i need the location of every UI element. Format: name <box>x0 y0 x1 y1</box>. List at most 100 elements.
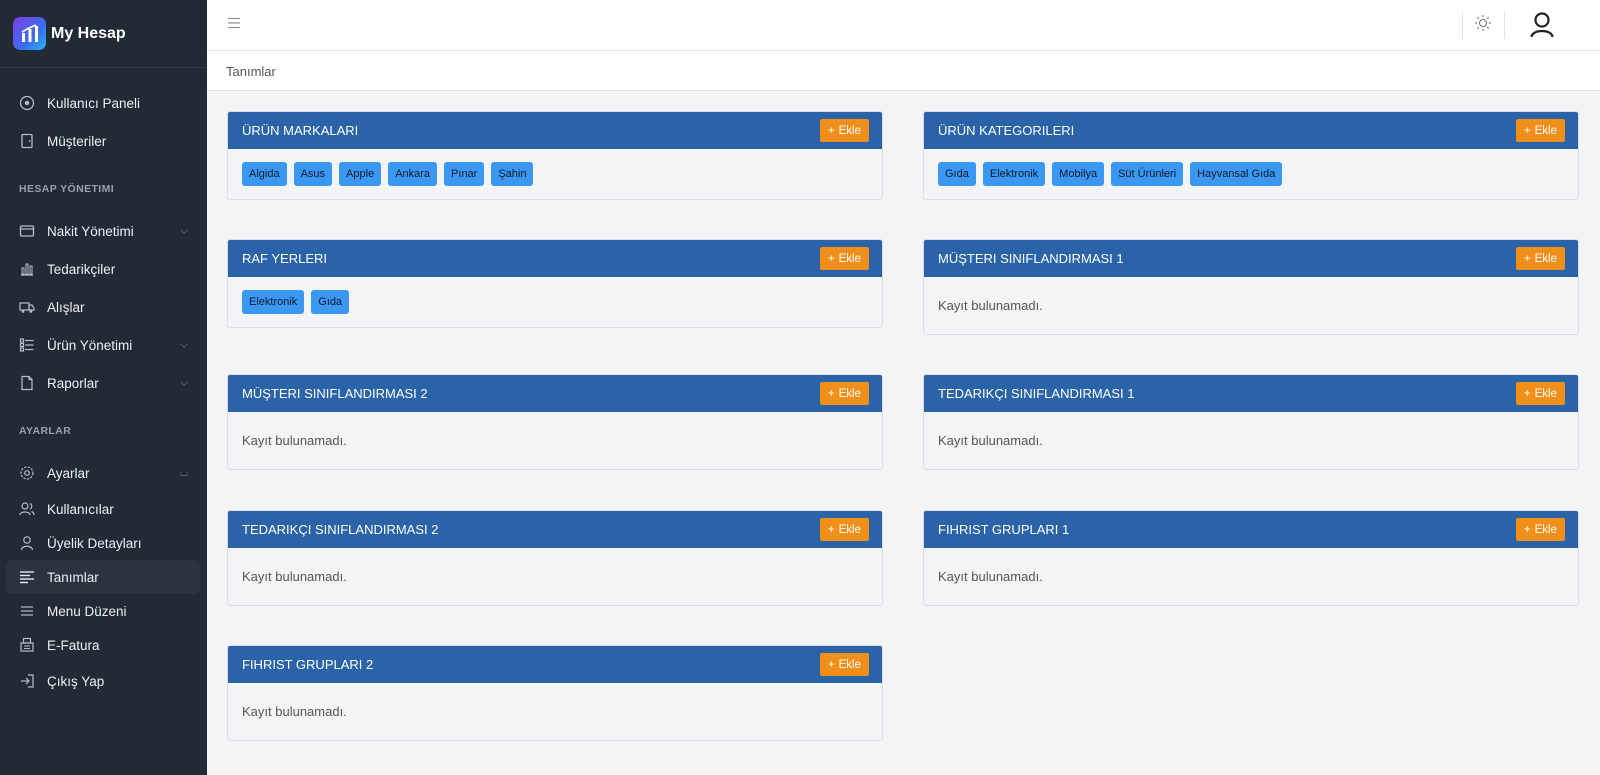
tag[interactable]: Elektronik <box>982 162 1046 186</box>
app-logo-icon <box>13 17 46 50</box>
sidebar-item-menu-layout[interactable]: Menu Düzeni <box>6 594 200 628</box>
menu-icon <box>19 603 35 619</box>
tag[interactable]: Mobilya <box>1052 162 1105 186</box>
card-title: RAF YERLERI <box>242 251 328 266</box>
card-product-brands: ÜRÜN MARKALARI + Ekle Algida Asus Apple A… <box>227 111 883 200</box>
hamburger-menu-icon[interactable] <box>227 16 241 35</box>
sidebar-nav: Kullanıcı Paneli Müşteriler HESAP YÖNETI… <box>0 68 207 700</box>
add-button[interactable]: + Ekle <box>819 653 869 676</box>
add-button[interactable]: + Ekle <box>819 518 869 541</box>
sidebar-item-reports[interactable]: Raporlar ⌵ <box>6 364 200 402</box>
card-title: FIHRIST GRUPLARI 1 <box>938 522 1070 537</box>
add-button[interactable]: + Ekle <box>1515 518 1565 541</box>
logout-icon <box>19 673 35 689</box>
add-button[interactable]: + Ekle <box>819 119 869 142</box>
tag[interactable]: Ankara <box>388 162 438 186</box>
card-title: TEDARIKÇI SINIFLANDIRMASI 2 <box>242 522 439 537</box>
tag[interactable]: Apple <box>339 162 382 186</box>
sidebar-item-products[interactable]: Ürün Yönetimi ⌵ <box>6 326 200 364</box>
sidebar-item-label: Nakit Yönetimi <box>47 223 134 239</box>
invoice-icon <box>19 637 35 653</box>
card-header: TEDARIKÇI SINIFLANDIRMASI 1 + Ekle <box>924 375 1578 412</box>
card-body: Kayıt bulunamadı. <box>924 548 1578 599</box>
sidebar-item-suppliers[interactable]: Tedarikçiler <box>6 250 200 288</box>
sidebar-item-purchases[interactable]: Alışlar <box>6 288 200 326</box>
sidebar-item-users[interactable]: Kullanıcılar <box>6 492 200 526</box>
user-profile-icon[interactable] <box>1529 11 1555 44</box>
gear-icon <box>19 465 35 481</box>
add-button[interactable]: + Ekle <box>819 247 869 270</box>
plus-icon: + <box>1523 387 1531 400</box>
tag[interactable]: Gıda <box>938 162 976 186</box>
empty-state-text: Kayıt bulunamadı. <box>242 433 347 448</box>
tag[interactable]: Şahin <box>491 162 534 186</box>
sidebar-item-label: Ayarlar <box>47 465 90 481</box>
sidebar-item-cash[interactable]: Nakit Yönetimi ⌵ <box>6 212 200 250</box>
chevron-down-icon: ⌵ <box>180 339 188 351</box>
sidebar-item-customers[interactable]: Müşteriler <box>6 122 200 160</box>
sidebar: My Hesap Kullanıcı Paneli Müşteriler HES… <box>0 0 207 775</box>
sidebar-item-logout[interactable]: Çıkış Yap <box>6 662 200 700</box>
plus-icon: + <box>827 124 835 137</box>
add-button[interactable]: + Ekle <box>819 382 869 405</box>
tag[interactable]: Pınar <box>444 162 485 186</box>
sidebar-item-label: Raporlar <box>47 375 99 391</box>
add-button[interactable]: + Ekle <box>1515 119 1565 142</box>
sidebar-item-dashboard[interactable]: Kullanıcı Paneli <box>6 84 200 122</box>
sidebar-item-label: Tanımlar <box>47 569 99 585</box>
sidebar-item-einvoice[interactable]: E-Fatura <box>6 628 200 662</box>
users-icon <box>19 501 35 517</box>
card-shelf-locations: RAF YERLERI + Ekle Elektronik Gıda <box>227 239 883 328</box>
divider <box>1462 12 1463 39</box>
card-product-categories: ÜRÜN KATEGORILERI + Ekle Gıda Elektronik … <box>923 111 1579 200</box>
card-customer-classification-2: MÜŞTERI SINIFLANDIRMASI 2 + Ekle Kayıt bu… <box>227 374 883 470</box>
tag[interactable]: Hayvansal Gıda <box>1190 162 1283 186</box>
sidebar-item-label: Müşteriler <box>47 133 107 149</box>
card-body: Algida Asus Apple Ankara Pınar Şahin <box>228 149 882 199</box>
chevron-down-icon: ⌵ <box>180 225 188 237</box>
tag[interactable]: Süt Ürünleri <box>1111 162 1184 186</box>
card-header: TEDARIKÇI SINIFLANDIRMASI 2 + Ekle <box>228 511 882 548</box>
sidebar-item-label: Menu Düzeni <box>47 603 127 619</box>
section-heading-account: HESAP YÖNETIMI <box>19 183 115 195</box>
sidebar-item-settings[interactable]: Ayarlar ⌴ <box>6 454 200 492</box>
customers-icon <box>19 133 35 149</box>
sidebar-item-label: Ürün Yönetimi <box>47 337 133 353</box>
sidebar-item-membership[interactable]: Üyelik Detayları <box>6 526 200 560</box>
card-title: ÜRÜN MARKALARI <box>242 123 359 138</box>
brand-name: My Hesap <box>51 24 126 42</box>
card-header: MÜŞTERI SINIFLANDIRMASI 1 + Ekle <box>924 240 1578 277</box>
theme-toggle-sun-icon[interactable] <box>1474 14 1492 37</box>
empty-state-text: Kayıt bulunamadı. <box>938 298 1043 313</box>
empty-state-text: Kayıt bulunamadı. <box>938 433 1043 448</box>
add-button[interactable]: + Ekle <box>1515 382 1565 405</box>
divider <box>1504 12 1505 39</box>
report-icon <box>19 375 35 391</box>
add-button[interactable]: + Ekle <box>1515 247 1565 270</box>
plus-icon: + <box>1523 523 1531 536</box>
empty-state-text: Kayıt bulunamadı. <box>242 569 347 584</box>
top-bar <box>207 0 1600 51</box>
chevron-up-icon: ⌴ <box>180 467 188 479</box>
tag[interactable]: Asus <box>293 162 333 186</box>
plus-icon: + <box>1523 124 1531 137</box>
sidebar-item-label: Üyelik Detayları <box>47 535 142 551</box>
card-header: MÜŞTERI SINIFLANDIRMASI 2 + Ekle <box>228 375 882 412</box>
plus-icon: + <box>827 523 835 536</box>
card-header: ÜRÜN MARKALARI + Ekle <box>228 112 882 149</box>
plus-icon: + <box>827 387 835 400</box>
card-body: Elektronik Gıda <box>228 277 882 327</box>
tag[interactable]: Gıda <box>311 290 350 314</box>
tag[interactable]: Algida <box>242 162 287 186</box>
card-body: Kayıt bulunamadı. <box>924 277 1578 328</box>
card-header: FIHRIST GRUPLARI 1 + Ekle <box>924 511 1578 548</box>
plus-icon: + <box>827 252 835 265</box>
tag[interactable]: Elektronik <box>242 290 305 314</box>
brand[interactable]: My Hesap <box>0 0 207 68</box>
sidebar-item-definitions[interactable]: Tanımlar <box>6 560 200 594</box>
definitions-icon <box>19 569 35 585</box>
card-body: Kayıt bulunamadı. <box>228 683 882 734</box>
section-heading-settings: AYARLAR <box>19 425 72 437</box>
empty-state-text: Kayıt bulunamadı. <box>242 704 347 719</box>
user-icon <box>19 535 35 551</box>
